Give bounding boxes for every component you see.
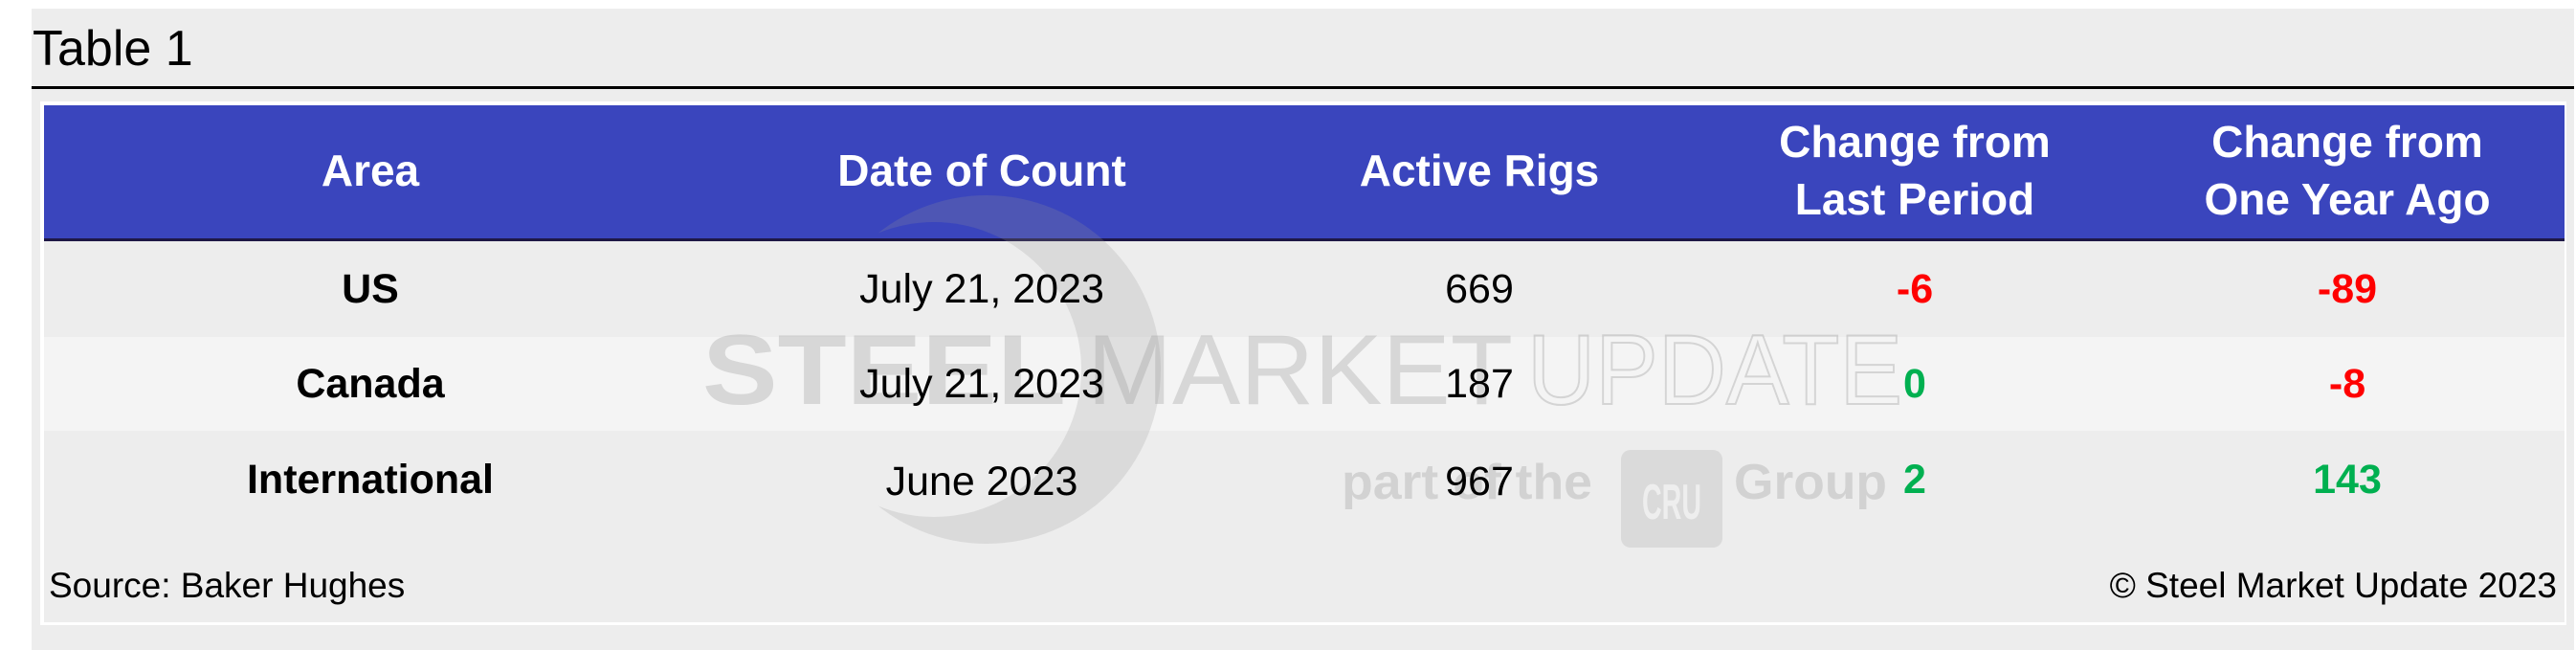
cell-active-rigs: 967 <box>1445 459 1514 504</box>
cell-date: July 21, 2023 <box>859 266 1104 312</box>
cell-change-year-ago: -89 <box>2317 266 2378 312</box>
table-header <box>44 105 2565 241</box>
cell-change-year-ago: 143 <box>2313 457 2382 503</box>
column-header-line: One Year Ago <box>2204 174 2491 224</box>
cell-change-last-period: 0 <box>1903 361 1926 407</box>
cell-active-rigs: 187 <box>1445 361 1514 407</box>
cell-area: International <box>246 457 495 503</box>
column-header-change-year-ago: Change from One Year Ago <box>2204 113 2490 228</box>
column-header-change-last-period: Change from Last Period <box>1779 113 2051 228</box>
column-header-active-rigs: Active Rigs <box>1359 146 1600 195</box>
table-body: STEEL MARKET UPDATE part of the CRU Grou… <box>44 105 2565 622</box>
column-header-line: Change from <box>2211 117 2483 167</box>
title-divider <box>32 86 2574 89</box>
cell-change-year-ago: -8 <box>2328 361 2366 407</box>
cell-date: July 21, 2023 <box>859 361 1104 407</box>
cell-change-last-period: -6 <box>1896 266 1934 312</box>
column-header-line: Last Period <box>1794 174 2035 224</box>
table-title: Table 1 <box>33 21 193 77</box>
column-header-line: Change from <box>1779 117 2051 167</box>
column-header-area: Area <box>321 146 420 195</box>
source-note: Source: Baker Hughes <box>49 566 406 605</box>
table-panel: Table 1 STEEL MARKET UPDATE part of the … <box>32 9 2574 650</box>
table-frame: STEEL MARKET UPDATE part of the CRU Grou… <box>40 101 2566 625</box>
table-row-bg <box>44 241 2565 337</box>
cell-date: June 2023 <box>885 459 1078 504</box>
cell-area: Canada <box>296 361 445 407</box>
cell-area: US <box>342 266 399 312</box>
cell-change-last-period: 2 <box>1903 457 1926 503</box>
copyright-note: © Steel Market Update 2023 <box>2109 566 2557 605</box>
column-header-date: Date of Count <box>837 146 1126 195</box>
cell-active-rigs: 669 <box>1445 266 1514 312</box>
